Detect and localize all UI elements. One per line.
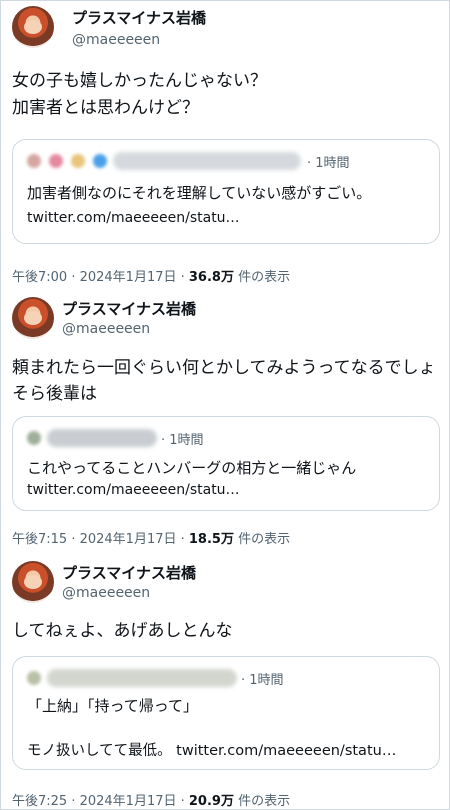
avatar[interactable] bbox=[12, 297, 54, 339]
tweet-meta: 午後7:15 · 2024年1月17日 · 18.5万 件の表示 bbox=[12, 528, 290, 547]
avatar[interactable] bbox=[12, 6, 54, 48]
view-count: 36.8万 bbox=[188, 270, 234, 285]
quoted-tweet-time: · 1時間 bbox=[307, 156, 350, 171]
tweet-meta: 午後7:25 · 2024年1月17日 · 20.9万 件の表示 bbox=[12, 790, 290, 809]
display-name[interactable]: プラスマイナス岩橋 bbox=[62, 562, 196, 583]
view-count: 18.5万 bbox=[188, 532, 234, 547]
quoted-tweet-text: 加害者側なのにそれを理解していない感がすごい。 bbox=[27, 184, 372, 202]
tweet-timestamp[interactable]: 午後7:15 · 2024年1月17日 · bbox=[12, 532, 189, 547]
quoted-tweet-card[interactable]: · 1時間 「上納」「持って帰って」 モノ扱いしてて最低。 twitter.co… bbox=[12, 656, 440, 770]
tweet-text-line-1: してねぇよ、あげあしとんな bbox=[12, 621, 233, 641]
quoted-tweet-time: · 1時間 bbox=[241, 673, 284, 688]
tweet-timestamp[interactable]: 午後7:00 · 2024年1月17日 · bbox=[12, 270, 189, 285]
user-handle[interactable]: @maeeeeen bbox=[62, 321, 150, 337]
tweet-text-line-1: 頼まれたら一回ぐらい何とかしてみようってなるでしょ bbox=[12, 358, 436, 378]
tweet-text-line-2: そら後輩は bbox=[12, 384, 97, 404]
quoted-tweet-link[interactable]: twitter.com/maeeeeen/statu… bbox=[27, 210, 240, 226]
display-name[interactable]: プラスマイナス岩橋 bbox=[72, 7, 206, 28]
quoted-tweet-text-line-1: 「上納」「持って帰って」 bbox=[27, 697, 199, 715]
quoted-tweet-link[interactable]: twitter.com/maeeeeen/statu… bbox=[27, 482, 240, 498]
tweet-meta: 午後7:00 · 2024年1月17日 · 36.8万 件の表示 bbox=[12, 266, 290, 285]
view-label: 件の表示 bbox=[233, 270, 291, 285]
quoted-tweet-time: · 1時間 bbox=[161, 433, 204, 448]
view-label: 件の表示 bbox=[233, 532, 291, 547]
view-count: 20.9万 bbox=[188, 794, 234, 809]
user-handle[interactable]: @maeeeeen bbox=[72, 32, 160, 48]
avatar[interactable] bbox=[12, 561, 54, 603]
quoted-tweet-card[interactable]: · 1時間 これやってることハンバーグの相方と一緒じゃん twitter.com… bbox=[12, 416, 440, 511]
user-handle[interactable]: @maeeeeen bbox=[62, 585, 150, 601]
view-label: 件の表示 bbox=[233, 794, 291, 809]
quoted-tweet-text: これやってることハンバーグの相方と一緒じゃん bbox=[27, 459, 357, 477]
display-name[interactable]: プラスマイナス岩橋 bbox=[62, 298, 196, 319]
tweet-text-line-2: 加害者とは思わんけど？ bbox=[12, 98, 199, 118]
quoted-tweet-card[interactable]: · 1時間 加害者側なのにそれを理解していない感がすごい。 twitter.co… bbox=[12, 139, 440, 244]
tweet-timestamp[interactable]: 午後7:25 · 2024年1月17日 · bbox=[12, 794, 189, 809]
tweet-text-line-1: 女の子も嬉しかったんじゃない？ bbox=[12, 71, 267, 91]
quoted-tweet-text-line-2: モノ扱いしてて最低。 twitter.com/maeeeeen/statu… bbox=[27, 743, 397, 759]
